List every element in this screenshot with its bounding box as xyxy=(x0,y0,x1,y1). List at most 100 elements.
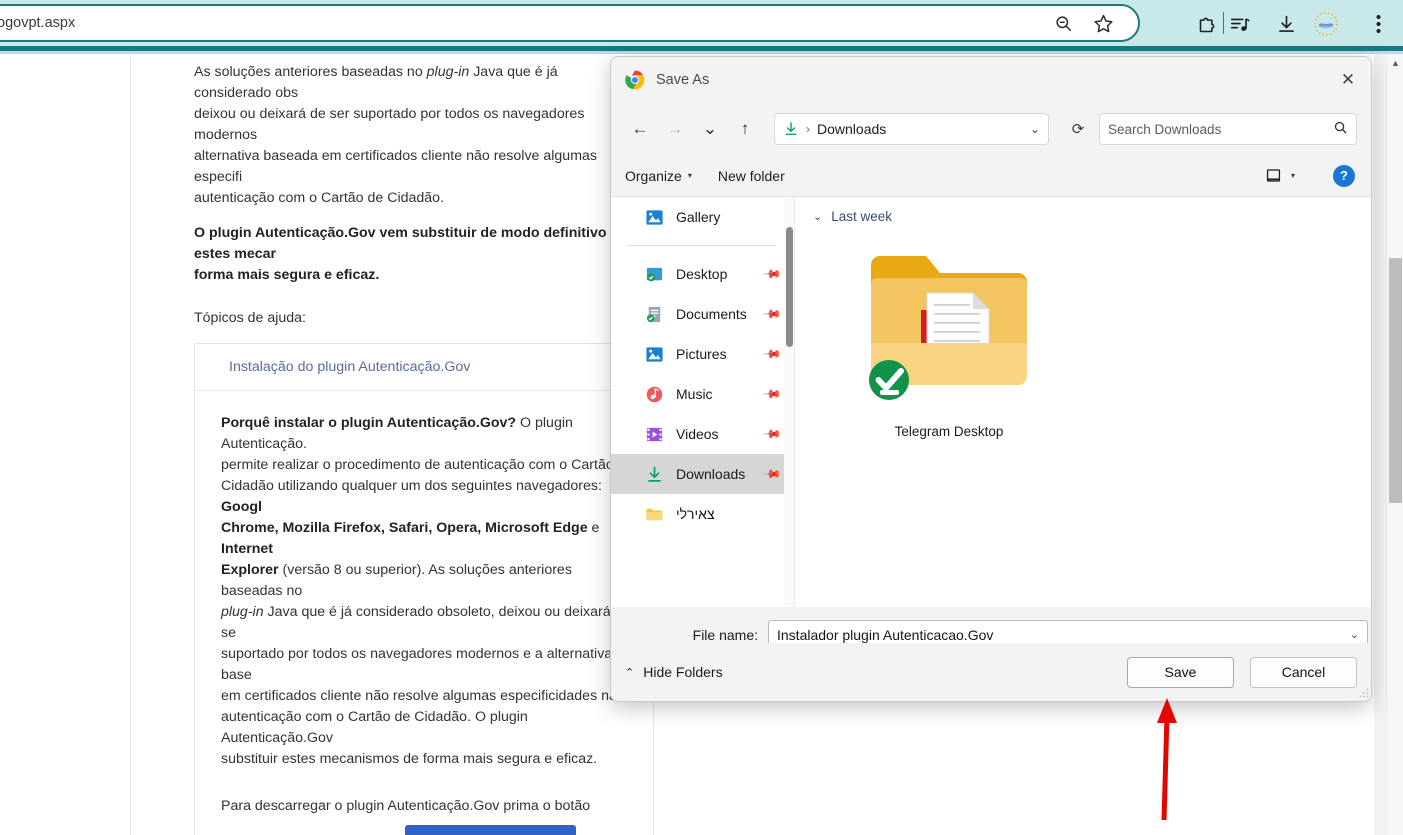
forward-button[interactable]: → xyxy=(660,114,690,144)
three-dot-menu-icon[interactable] xyxy=(1363,9,1393,39)
back-button[interactable]: ← xyxy=(625,114,655,144)
sidebar-item-videos[interactable]: Videos 📌 xyxy=(611,414,794,454)
sidebar-label: Downloads xyxy=(676,466,746,482)
scroll-up-arrow-icon[interactable]: ▲ xyxy=(1387,58,1403,68)
gallery-icon xyxy=(645,208,664,227)
sidebar-item-documents[interactable]: Documents 📌 xyxy=(611,294,794,334)
up-one-level-button[interactable]: ↑ xyxy=(730,114,760,144)
file-list-area[interactable]: ⌄ Last week Telegram Desktop xyxy=(795,197,1371,607)
sidebar-item-gallery[interactable]: Gallery xyxy=(611,197,794,237)
sidebar-label: Documents xyxy=(676,306,747,322)
sidebar-item-pictures[interactable]: Pictures 📌 xyxy=(611,334,794,374)
download-icon[interactable] xyxy=(1271,9,1301,39)
file-group-header[interactable]: ⌄ Last week xyxy=(813,209,1371,224)
breadcrumb-address-bar[interactable]: › Downloads ⌄ xyxy=(774,113,1049,145)
search-box[interactable] xyxy=(1099,113,1357,145)
organize-label: Organize xyxy=(625,167,682,184)
chevron-down-icon[interactable]: ⌄ xyxy=(1030,122,1040,136)
breadcrumb-separator: › xyxy=(806,122,810,136)
highlight-line-1: O plugin Autenticação.Gov vem substituir… xyxy=(194,225,607,262)
save-as-dialog: Save As ✕ ← → ⌄ ↑ › Downloads ⌄ ⟳ Orga xyxy=(610,56,1372,702)
breadcrumb-location[interactable]: Downloads xyxy=(817,121,886,137)
pin-icon[interactable]: 📌 xyxy=(762,384,782,404)
sidebar-label: צאירלי xyxy=(676,506,715,522)
sidebar-label: Videos xyxy=(676,426,719,442)
refresh-button[interactable]: ⟳ xyxy=(1063,114,1093,144)
help-body-l10: substituir estes mecanismos de forma mai… xyxy=(221,751,598,767)
pin-icon[interactable]: 📌 xyxy=(762,264,782,284)
cancel-button[interactable]: Cancel xyxy=(1250,656,1357,688)
file-item-label: Telegram Desktop xyxy=(894,424,1004,439)
recent-locations-button[interactable]: ⌄ xyxy=(695,114,725,144)
hide-folders-label: Hide Folders xyxy=(643,664,723,680)
dialog-action-buttons: Save Cancel xyxy=(1127,656,1357,688)
sidebar-item-desktop[interactable]: Desktop 📌 xyxy=(611,254,794,294)
dialog-sidebar[interactable]: Gallery Desktop 📌 Documents 📌 Pictures 📌… xyxy=(611,197,795,607)
chevron-down-icon[interactable]: ⌄ xyxy=(813,210,822,223)
sidebar-item-hebrew-folder[interactable]: צאירלי xyxy=(611,494,794,534)
article-column: As soluções anteriores baseadas no plug-… xyxy=(194,62,654,835)
dialog-titlebar: Save As ✕ xyxy=(611,57,1371,103)
file-list-item[interactable]: Telegram Desktop xyxy=(835,240,1063,439)
sidebar-label: Pictures xyxy=(676,346,727,362)
intro-text-a: As soluções anteriores baseadas no xyxy=(194,64,427,80)
chevron-down-icon[interactable]: ⌄ xyxy=(1350,628,1359,641)
dialog-main-area: Gallery Desktop 📌 Documents 📌 Pictures 📌… xyxy=(611,197,1371,607)
help-body-l7: suportado por todos os navegadores moder… xyxy=(221,646,613,683)
new-folder-button[interactable]: New folder xyxy=(718,168,785,184)
intro-line-3: alternativa baseada em certificados clie… xyxy=(194,148,597,185)
content-left-border xyxy=(130,54,131,835)
sidebar-scrollbar[interactable] xyxy=(784,197,794,607)
desktop-icon xyxy=(645,265,664,284)
pin-icon[interactable]: 📌 xyxy=(762,464,782,484)
chevron-up-icon: ⌃ xyxy=(625,666,635,679)
help-topic-link[interactable]: Instalação do plugin Autenticação.Gov xyxy=(229,359,470,375)
search-icon[interactable] xyxy=(1333,120,1348,138)
profile-avatar-icon[interactable] xyxy=(1311,9,1341,39)
red-arrow-pointing-to-save-button xyxy=(1157,698,1177,820)
page-scrollbar-thumb[interactable] xyxy=(1389,258,1402,503)
file-name-input[interactable] xyxy=(777,626,1350,643)
page-scrollbar[interactable]: ▲ xyxy=(1386,54,1403,835)
view-options-button[interactable]: ▾ xyxy=(1265,167,1295,184)
zoom-out-icon[interactable] xyxy=(1050,10,1076,36)
resize-grip-icon[interactable] xyxy=(1359,688,1369,698)
hide-folders-button[interactable]: ⌃ Hide Folders xyxy=(625,664,723,680)
descarregar-plugin-button[interactable]: Descarregar plugin xyxy=(405,825,576,835)
help-body-ie: Internet xyxy=(221,541,274,557)
sidebar-scrollbar-thumb[interactable] xyxy=(786,227,793,347)
search-input[interactable] xyxy=(1108,121,1333,137)
pin-icon[interactable]: 📌 xyxy=(762,344,782,364)
pictures-icon xyxy=(645,345,664,364)
organize-menu-button[interactable]: Organize ▾ xyxy=(625,168,692,184)
toolbar-divider xyxy=(1223,12,1224,34)
save-button[interactable]: Save xyxy=(1127,656,1234,688)
help-body-explorer: Explorer xyxy=(221,562,279,578)
intro-line-2: deixou ou deixará de ser suportado por t… xyxy=(194,106,585,143)
help-body-browsers: Chrome, Mozilla Firefox, Safari, Opera, … xyxy=(221,520,588,536)
help-button[interactable]: ? xyxy=(1333,164,1355,187)
sidebar-label: Gallery xyxy=(676,209,721,225)
sidebar-item-music[interactable]: Music 📌 xyxy=(611,374,794,414)
extensions-puzzle-icon[interactable] xyxy=(1192,9,1222,39)
help-card-header: Instalação do plugin Autenticação.Gov xyxy=(195,344,653,391)
pin-icon[interactable]: 📌 xyxy=(762,424,782,444)
address-bar[interactable]: ogovpt.aspx xyxy=(0,4,1140,42)
star-bookmark-icon[interactable] xyxy=(1090,10,1116,36)
sidebar-item-downloads[interactable]: Downloads 📌 xyxy=(611,454,794,494)
downloads-icon xyxy=(785,122,797,136)
help-body-plugin-italic: plug-in xyxy=(221,604,264,620)
file-group-label: Last week xyxy=(831,209,893,224)
pin-icon[interactable]: 📌 xyxy=(762,304,782,324)
music-icon xyxy=(645,385,664,404)
help-body-l6b: Java que é já considerado obsoleto, deix… xyxy=(221,604,631,641)
dialog-close-button[interactable]: ✕ xyxy=(1325,57,1371,103)
help-body-question: Porquê instalar o plugin Autenticação.Go… xyxy=(221,415,517,431)
chrome-logo-icon xyxy=(625,70,645,90)
browser-toolbar: ogovpt.aspx xyxy=(0,0,1403,46)
help-body-l3b: Googl xyxy=(221,499,262,515)
media-control-icon[interactable] xyxy=(1225,9,1255,39)
download-instruction: Para descarregar o plugin Autenticação.G… xyxy=(221,798,591,814)
highlight-line-2: forma mais segura e eficaz. xyxy=(194,267,380,283)
help-body-l9: autenticação com o Cartão de Cidadão. O … xyxy=(221,709,528,746)
